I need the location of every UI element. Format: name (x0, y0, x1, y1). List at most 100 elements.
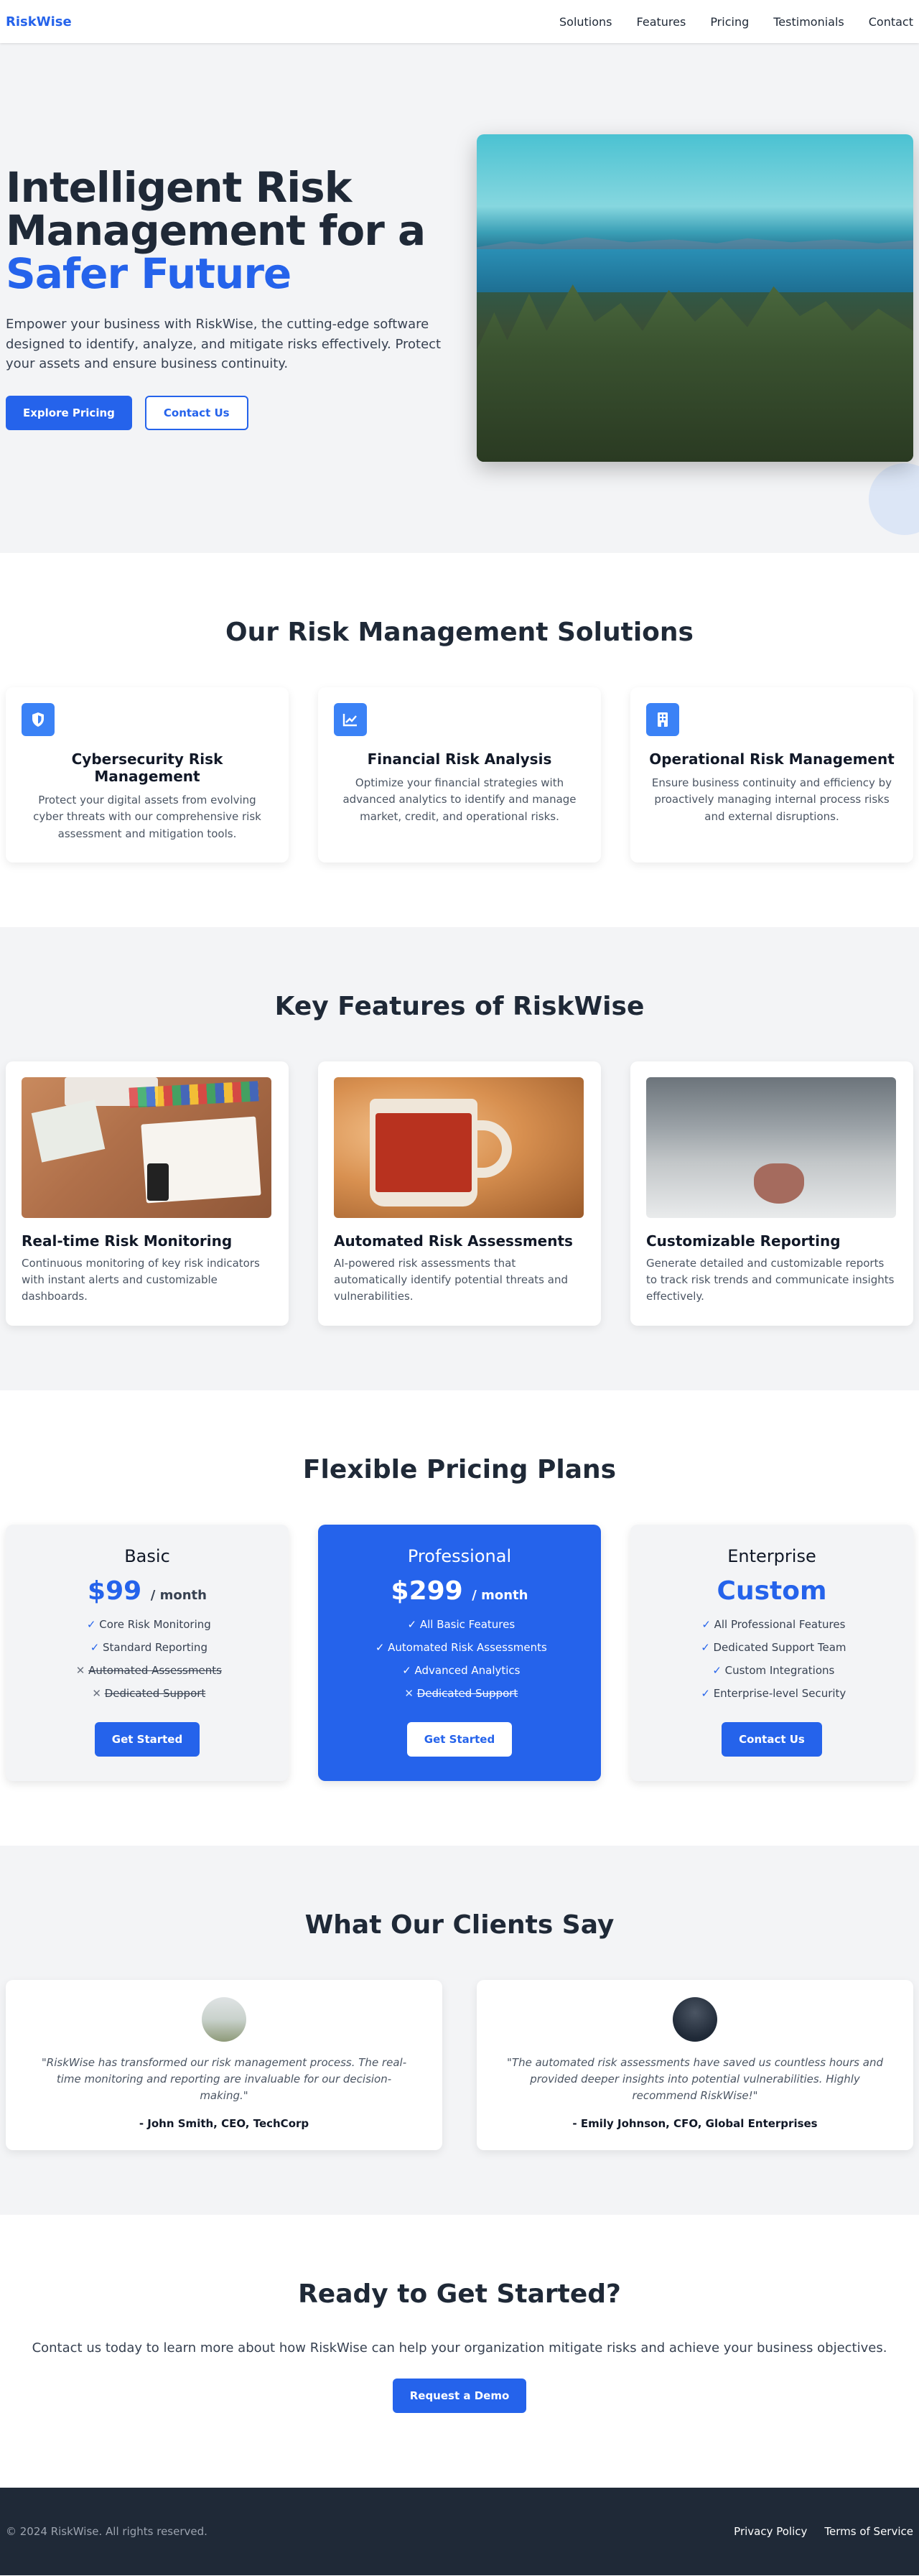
pricing-section: Flexible Pricing Plans Basic $99 / month… (0, 1390, 919, 1846)
hero-image-forest (477, 284, 913, 462)
solution-title: Financial Risk Analysis (367, 750, 552, 768)
plan-feature-excluded: ✕ Automated Assessments (22, 1659, 273, 1682)
feature-image-mug-print (375, 1112, 472, 1192)
feature-image-notebook (31, 1099, 106, 1163)
plan-feature: ✓ Automated Risk Assessments (334, 1636, 585, 1659)
nav-link-solutions[interactable]: Solutions (559, 15, 612, 29)
feature-desc: AI-powered risk assessments that automat… (334, 1256, 568, 1303)
plan-price: $99 / month (22, 1576, 273, 1606)
plan-feature-label: Dedicated Support Team (713, 1640, 846, 1654)
pricing-card-basic: Basic $99 / month ✓ Core Risk Monitoring … (6, 1524, 289, 1781)
explore-pricing-button[interactable]: Explore Pricing (6, 396, 132, 431)
cross-icon: ✕ (75, 1663, 85, 1677)
nav-link-features[interactable]: Features (637, 15, 686, 29)
testimonial-card: "The automated risk assessments have sav… (477, 1979, 913, 2151)
nav-link-contact[interactable]: Contact (869, 15, 913, 29)
hero-section: Intelligent Risk Management for a Safer … (0, 43, 919, 553)
plan-feature-label: Custom Integrations (724, 1663, 835, 1677)
solution-card: Operational Risk Management Ensure busin… (630, 687, 913, 862)
feature-title: Real-time Risk Monitoring (22, 1232, 233, 1250)
top-navbar: RiskWise Solutions Features Pricing Test… (0, 0, 919, 43)
pricing-card-enterprise: Enterprise Custom ✓ All Professional Feat… (630, 1524, 913, 1781)
plan-feature-list: ✓ All Basic Features ✓ Automated Risk Asse… (334, 1613, 585, 1705)
hero-image-mountains (477, 237, 913, 251)
features-grid: Real-time Risk Monitoring Continuous mon… (6, 1061, 913, 1326)
features-section: Key Features of RiskWise Real-time Risk … (0, 926, 919, 1390)
pricing-title: Flexible Pricing Plans (302, 1454, 617, 1484)
feature-image-phone (147, 1163, 169, 1201)
solutions-grid: Cybersecurity Risk Management Protect yo… (6, 687, 913, 862)
building-icon (646, 703, 679, 736)
privacy-policy-link[interactable]: Privacy Policy (734, 2525, 807, 2538)
check-icon: ✓ (90, 1640, 100, 1654)
hero-title-line1: Intelligent Risk (6, 162, 352, 212)
check-icon: ✓ (701, 1686, 710, 1700)
hero-title: Intelligent Risk Management for a Safer … (6, 166, 451, 296)
hero-subtitle: Empower your business with RiskWise, the… (6, 316, 442, 372)
avatar (673, 1996, 717, 2042)
hero-image-sea (477, 249, 913, 292)
feature-image-mug (334, 1077, 584, 1218)
feature-image-cat-nose (754, 1163, 804, 1204)
testimonials-grid: "RiskWise has transformed our risk manag… (6, 1979, 913, 2151)
feature-card: Automated Risk Assessments AI-powered ri… (318, 1061, 601, 1326)
plan-name: Professional (407, 1545, 512, 1566)
plan-price-amount: $99 (88, 1576, 142, 1606)
plan-price-period: / month (472, 1587, 528, 1603)
plan-price: $299 / month (334, 1576, 585, 1606)
nav-link-pricing[interactable]: Pricing (710, 15, 749, 29)
basic-get-started-button[interactable]: Get Started (94, 1721, 200, 1757)
pricing-card-professional: Professional $299 / month ✓ All Basic Fea… (318, 1524, 601, 1781)
terms-of-service-link[interactable]: Terms of Service (824, 2525, 913, 2538)
plan-feature-label: Automated Risk Assessments (388, 1640, 547, 1654)
professional-get-started-button[interactable]: Get Started (406, 1721, 513, 1757)
plan-feature-label: Core Risk Monitoring (99, 1617, 211, 1631)
plan-feature-label: Advanced Analytics (414, 1663, 521, 1677)
feature-title: Automated Risk Assessments (334, 1232, 573, 1250)
plan-feature: ✓ All Professional Features (646, 1613, 897, 1636)
solution-title: Operational Risk Management (649, 750, 895, 768)
enterprise-contact-us-button[interactable]: Contact Us (722, 1721, 822, 1757)
chart-line-icon (334, 703, 367, 736)
plan-feature-label: Enterprise-level Security (713, 1686, 846, 1700)
check-icon: ✓ (701, 1640, 710, 1654)
feature-desc: Generate detailed and customizable repor… (646, 1256, 895, 1303)
nav-links: Solutions Features Pricing Testimonials … (559, 15, 913, 29)
testimonial-author: - Emily Johnson, CFO, Global Enterprises (572, 2117, 818, 2131)
hero-image (477, 134, 913, 462)
request-demo-button[interactable]: Request a Demo (392, 2379, 527, 2414)
feature-image-cat (646, 1077, 896, 1218)
pricing-grid: Basic $99 / month ✓ Core Risk Monitoring … (6, 1524, 913, 1781)
check-icon: ✓ (712, 1663, 722, 1677)
solution-desc: Ensure business continuity and efficienc… (651, 776, 892, 823)
testimonial-author: - John Smith, CEO, TechCorp (139, 2117, 309, 2131)
footer: © 2024 RiskWise. All rights reserved. Pr… (0, 2488, 919, 2576)
check-icon: ✓ (402, 1663, 411, 1677)
check-icon: ✓ (375, 1640, 385, 1654)
solution-card: Financial Risk Analysis Optimize your fi… (318, 687, 601, 862)
plan-feature: ✓ Custom Integrations (646, 1659, 897, 1682)
plan-feature-list: ✓ All Professional Features ✓ Dedicated Su… (646, 1613, 897, 1705)
cta-text: Contact us today to learn more about how… (32, 2340, 887, 2356)
plan-feature-label: Dedicated Support (104, 1686, 206, 1700)
plan-feature-label: All Professional Features (714, 1617, 846, 1631)
check-icon: ✓ (86, 1617, 96, 1631)
testimonials-title: What Our Clients Say (304, 1910, 615, 1940)
plan-feature-excluded: ✕ Dedicated Support (334, 1682, 585, 1705)
solution-card: Cybersecurity Risk Management Protect yo… (6, 687, 289, 862)
plan-price-amount: $299 (391, 1576, 463, 1606)
hero-content: Intelligent Risk Management for a Safer … (6, 166, 451, 431)
feature-card: Customizable Reporting Generate detailed… (630, 1061, 913, 1326)
contact-us-button[interactable]: Contact Us (144, 396, 248, 431)
plan-feature-excluded: ✕ Dedicated Support (22, 1682, 273, 1705)
feature-image-mug-handle (472, 1120, 512, 1178)
check-icon: ✓ (407, 1617, 417, 1631)
cross-icon: ✕ (92, 1686, 101, 1700)
nav-link-testimonials[interactable]: Testimonials (773, 15, 844, 29)
plan-feature-label: Automated Assessments (88, 1663, 222, 1677)
plan-price: Custom (646, 1576, 897, 1606)
plan-feature-label: Standard Reporting (103, 1640, 207, 1654)
brand-logo[interactable]: RiskWise (6, 14, 72, 29)
plan-name: Enterprise (727, 1545, 816, 1566)
features-title: Key Features of RiskWise (274, 991, 645, 1021)
